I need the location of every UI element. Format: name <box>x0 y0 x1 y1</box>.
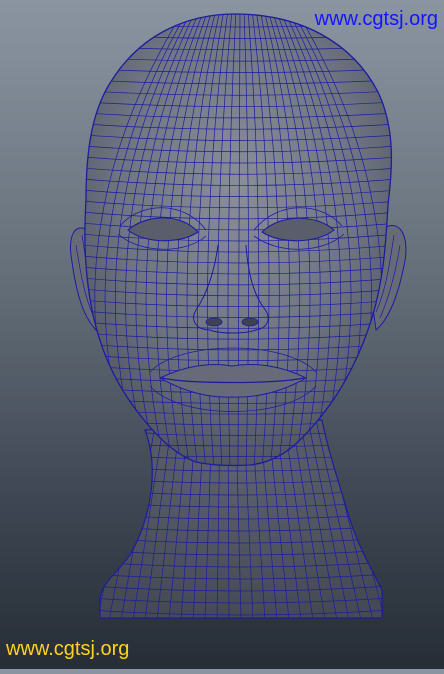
watermark-bottom: www.cgtsj.org <box>6 638 130 660</box>
head-mesh <box>84 13 393 467</box>
head-mesh-render <box>70 13 407 619</box>
3d-viewport[interactable]: www.cgtsj.org www.cgtsj.org <box>0 0 444 669</box>
watermark-top: www.cgtsj.org <box>314 8 438 30</box>
